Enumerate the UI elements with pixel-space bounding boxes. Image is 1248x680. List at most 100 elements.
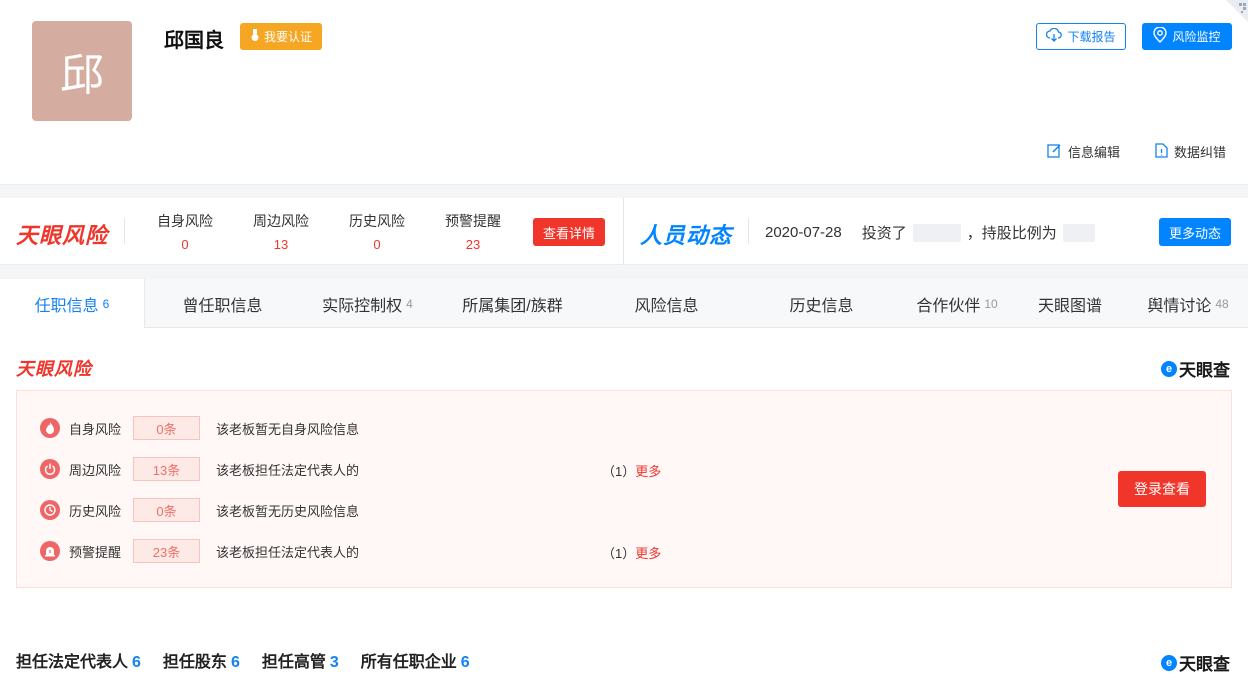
more-link[interactable]: 更多 <box>635 464 661 479</box>
stat-label: 预警提醒 <box>445 213 501 229</box>
tab-label: 天眼图谱 <box>1037 297 1102 315</box>
subtab-all-companies[interactable]: 所有任职企业 6 <box>361 648 470 672</box>
section-divider <box>0 184 1248 198</box>
tab-former-employment[interactable]: 曾任职信息 <box>150 279 295 328</box>
risk-more-count: （1） <box>602 464 636 479</box>
verify-button[interactable]: 我要认证 <box>240 23 322 50</box>
tianyancha-brand-bottom: e 天眼查 <box>1161 650 1230 675</box>
tab-partners[interactable]: 合作伙伴 10 <box>894 279 1020 328</box>
edit-info-link[interactable]: 信息编辑 <box>1047 142 1120 161</box>
edit-label: 信息编辑 <box>1068 145 1121 160</box>
risk-monitor-button[interactable]: 风险监控 <box>1142 23 1232 50</box>
divider <box>748 218 749 244</box>
subtab-count: 6 <box>230 654 240 671</box>
dynamics-ratio-text: ，持股比例为 <box>966 225 1057 242</box>
risk-more-warning[interactable]: （1）更多 <box>602 543 661 562</box>
risk-description: 该老板担任法定代表人的 <box>216 462 360 478</box>
more-dynamics-button[interactable]: 更多动态 <box>1159 218 1231 246</box>
stat-surrounding-risk[interactable]: 周边风险 13 <box>246 211 316 252</box>
risk-description: 该老板暂无自身风险信息 <box>216 421 360 437</box>
dynamics-entry[interactable]: 2020-07-28 投资了 ，持股比例为 <box>765 222 1095 243</box>
risk-count[interactable]: 23条 <box>133 539 200 563</box>
subtab-shareholder[interactable]: 担任股东 6 <box>163 648 240 672</box>
divider <box>623 198 624 265</box>
person-name: 邱国良 <box>164 30 224 52</box>
tab-employment-info[interactable]: 任职信息 6 <box>0 279 145 328</box>
more-link[interactable]: 更多 <box>635 546 661 561</box>
download-report-button[interactable]: 下载报告 <box>1036 23 1126 50</box>
correct-label: 数据纠错 <box>1174 145 1227 160</box>
risk-row-history: 历史风险 0条 该老板暂无历史风险信息 <box>40 498 359 522</box>
risk-more-surrounding[interactable]: （1）更多 <box>602 461 661 480</box>
risk-label: 自身风险 <box>69 421 122 437</box>
edit-icon <box>1047 143 1062 161</box>
dynamics-invest-text: 投资了 <box>861 225 907 242</box>
stat-value: 0 <box>373 237 381 252</box>
tianyancha-logo-icon: e <box>1161 654 1177 671</box>
correct-data-link[interactable]: 数据纠错 <box>1155 142 1226 161</box>
medal-icon <box>250 28 260 45</box>
section-divider <box>0 265 1248 279</box>
qr-code-icon[interactable] <box>1226 0 1248 22</box>
tab-label: 任职信息 <box>34 297 99 315</box>
stat-label: 周边风险 <box>253 213 309 229</box>
stat-self-risk[interactable]: 自身风险 0 <box>150 211 220 252</box>
risk-count[interactable]: 0条 <box>133 498 200 522</box>
tab-label: 历史信息 <box>789 297 854 315</box>
alarm-icon <box>40 541 60 561</box>
tab-actual-control[interactable]: 实际控制权 4 <box>295 279 440 328</box>
tab-label: 舆情讨论 <box>1147 297 1212 315</box>
tab-count: 10 <box>984 296 998 311</box>
tab-history-info[interactable]: 历史信息 <box>749 279 894 328</box>
subtab-label: 担任法定代表人 <box>16 654 129 671</box>
stat-label: 历史风险 <box>349 213 405 229</box>
section-risk-title: 天眼风险 <box>16 359 92 379</box>
subtab-label: 担任高管 <box>261 654 326 671</box>
login-view-button[interactable]: 登录查看 <box>1118 471 1206 507</box>
risk-row-self: 自身风险 0条 该老板暂无自身风险信息 <box>40 416 359 440</box>
tab-group[interactable]: 所属集团/族群 <box>440 279 585 328</box>
tianyancha-logo-icon: e <box>1161 360 1177 377</box>
tianyancha-brand: e 天眼查 <box>1161 356 1230 381</box>
stat-history-risk[interactable]: 历史风险 0 <box>342 211 412 252</box>
view-details-button[interactable]: 查看详情 <box>533 218 605 246</box>
verify-label: 我要认证 <box>263 30 312 44</box>
cloud-download-icon <box>1046 27 1063 45</box>
stat-value: 23 <box>465 237 481 252</box>
stat-value: 13 <box>273 237 289 252</box>
document-icon <box>1155 142 1168 161</box>
dynamics-date: 2020-07-28 <box>765 224 842 241</box>
brand-label: 天眼查 <box>1179 361 1230 380</box>
tab-count: 6 <box>102 296 110 311</box>
risk-label: 历史风险 <box>69 503 122 519</box>
stat-value: 0 <box>181 237 189 252</box>
tab-graph[interactable]: 天眼图谱 <box>1020 279 1120 328</box>
risk-row-warning: 预警提醒 23条 该老板担任法定代表人的 <box>40 539 359 563</box>
stat-label: 自身风险 <box>157 213 213 229</box>
risk-label: 周边风险 <box>69 462 122 478</box>
risk-count[interactable]: 0条 <box>133 416 200 440</box>
download-label: 下载报告 <box>1067 30 1116 44</box>
subtab-executive[interactable]: 担任高管 3 <box>262 648 339 672</box>
risk-count[interactable]: 13条 <box>133 457 200 481</box>
subtab-legal-rep[interactable]: 担任法定代表人 6 <box>16 648 141 672</box>
tab-label: 曾任职信息 <box>182 297 263 315</box>
employment-subtabs: 担任法定代表人 6 担任股东 6 担任高管 3 所有任职企业 6 <box>16 648 470 672</box>
personnel-dynamics-logo: 人员动态 <box>640 223 733 248</box>
subtab-count: 6 <box>132 654 141 671</box>
subtab-count: 6 <box>460 654 470 671</box>
blurred-ratio <box>1062 223 1095 242</box>
risk-description: 该老板担任法定代表人的 <box>216 544 360 560</box>
tab-count: 48 <box>1215 296 1229 311</box>
subtab-count: 3 <box>329 654 339 671</box>
avatar: 邱 <box>32 21 132 121</box>
stat-warning[interactable]: 预警提醒 23 <box>438 211 508 252</box>
tab-label: 所属集团/族群 <box>462 297 563 315</box>
tab-risk-info[interactable]: 风险信息 <box>594 279 739 328</box>
tab-label: 实际控制权 <box>322 297 403 315</box>
power-icon <box>40 459 60 479</box>
subtab-label: 所有任职企业 <box>360 654 457 671</box>
tab-public-opinion[interactable]: 舆情讨论 48 <box>1128 279 1248 328</box>
divider <box>124 218 125 244</box>
risk-description: 该老板暂无历史风险信息 <box>216 503 360 519</box>
